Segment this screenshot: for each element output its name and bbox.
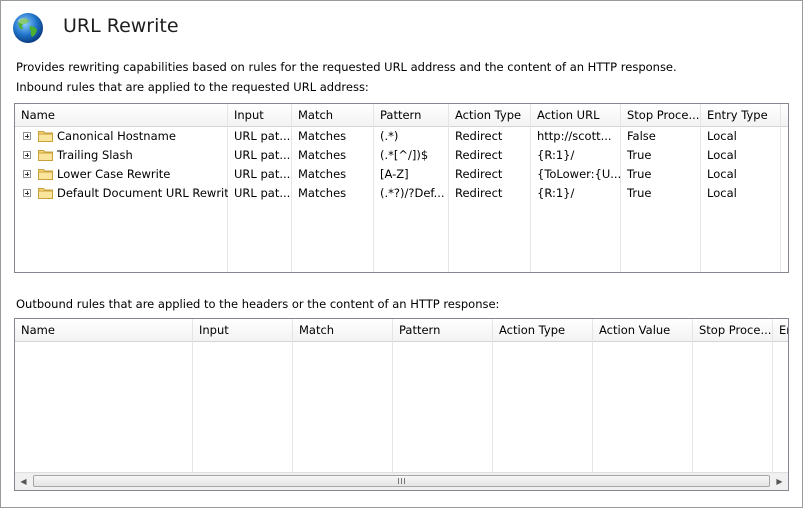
scroll-right-button[interactable]: ▶ [771,473,788,490]
inbound-rule-row[interactable]: Trailing Slash URL pat... Matches (.*[^/… [15,146,788,165]
plus-expander-icon[interactable] [23,189,31,197]
rule-stop-processing: True [627,167,652,181]
rule-action-type: Redirect [455,148,503,162]
rule-pattern: (.*) [380,129,399,143]
inbound-rules-caption: Inbound rules that are applied to the re… [16,80,369,94]
inbound-col-action-url[interactable]: Action URL [531,104,621,126]
plus-expander-icon[interactable] [23,170,31,178]
inbound-col-input[interactable]: Input [228,104,292,126]
column-divider [492,319,493,490]
rule-action-url: {R:1}/ [537,148,575,162]
rule-stop-processing: False [627,129,656,143]
page-description: Provides rewriting capabilities based on… [16,60,677,74]
inbound-rule-row[interactable]: Default Document URL Rewrite URL pat... … [15,184,788,203]
outbound-col-action-value[interactable]: Action Value [593,319,693,341]
outbound-col-pattern[interactable]: Pattern [393,319,493,341]
outbound-rules-caption: Outbound rules that are applied to the h… [16,297,500,311]
rule-stop-processing: True [627,148,652,162]
scroll-thumb[interactable] [33,475,770,487]
inbound-col-pattern[interactable]: Pattern [374,104,449,126]
rule-input: URL pat... [234,186,291,200]
column-divider [772,319,773,490]
rule-match: Matches [298,167,347,181]
rule-name: Default Document URL Rewrite [57,186,228,200]
inbound-col-stop-processing[interactable]: Stop Proce... [621,104,701,126]
rule-match: Matches [298,148,347,162]
rule-match: Matches [298,186,347,200]
inbound-col-name[interactable]: Name [15,104,228,126]
page-title: URL Rewrite [63,15,179,37]
inbound-col-action-type[interactable]: Action Type [449,104,531,126]
rule-name: Canonical Hostname [57,129,176,143]
outbound-col-entry-type[interactable]: En [773,319,788,341]
inbound-rule-row[interactable]: Lower Case Rewrite URL pat... Matches [A… [15,165,788,184]
rule-entry-type: Local [707,148,737,162]
rule-input: URL pat... [234,167,291,181]
inbound-col-match[interactable]: Match [292,104,374,126]
rule-entry-type: Local [707,129,737,143]
globe-icon [13,13,43,43]
rule-pattern: (.*[^/])$ [380,148,429,162]
rule-entry-type: Local [707,167,737,181]
column-divider [392,319,393,490]
rule-stop-processing: True [627,186,652,200]
rule-entry-type: Local [707,186,737,200]
rule-action-url: {R:1}/ [537,186,575,200]
outbound-grid-header: Name Input Match Pattern Action Type Act… [15,319,788,342]
inbound-rule-row[interactable]: Canonical Hostname URL pat... Matches (.… [15,127,788,146]
scroll-left-button[interactable]: ◀ [15,473,32,490]
outbound-col-stop-processing[interactable]: Stop Proce... [693,319,773,341]
column-divider [592,319,593,490]
grip-icon [397,478,407,484]
outbound-rules-grid[interactable]: Name Input Match Pattern Action Type Act… [14,318,789,491]
outbound-col-input[interactable]: Input [193,319,293,341]
rule-name: Trailing Slash [57,148,133,162]
rule-action-url: {ToLower:{U... [537,167,621,181]
rule-action-type: Redirect [455,167,503,181]
plus-expander-icon[interactable] [23,132,31,140]
rule-match: Matches [298,129,347,143]
rule-name: Lower Case Rewrite [57,167,171,181]
column-divider [192,319,193,490]
rule-pattern: [A-Z] [380,167,409,181]
rule-action-type: Redirect [455,186,503,200]
inbound-rules-grid[interactable]: Name Input Match Pattern Action Type Act… [14,103,789,273]
column-divider [292,319,293,490]
outbound-col-action-type[interactable]: Action Type [493,319,593,341]
plus-expander-icon[interactable] [23,151,31,159]
rule-pattern: (.*?)/?Def... [380,186,445,200]
horizontal-scrollbar[interactable]: ◀ ▶ [15,472,788,490]
rule-input: URL pat... [234,148,291,162]
inbound-grid-header: Name Input Match Pattern Action Type Act… [15,104,788,127]
column-divider [692,319,693,490]
rule-action-url: http://scott... [537,129,612,143]
rule-action-type: Redirect [455,129,503,143]
rule-input: URL pat... [234,129,291,143]
inbound-col-entry-type[interactable]: Entry Type [701,104,781,126]
outbound-col-name[interactable]: Name [15,319,193,341]
outbound-col-match[interactable]: Match [293,319,393,341]
